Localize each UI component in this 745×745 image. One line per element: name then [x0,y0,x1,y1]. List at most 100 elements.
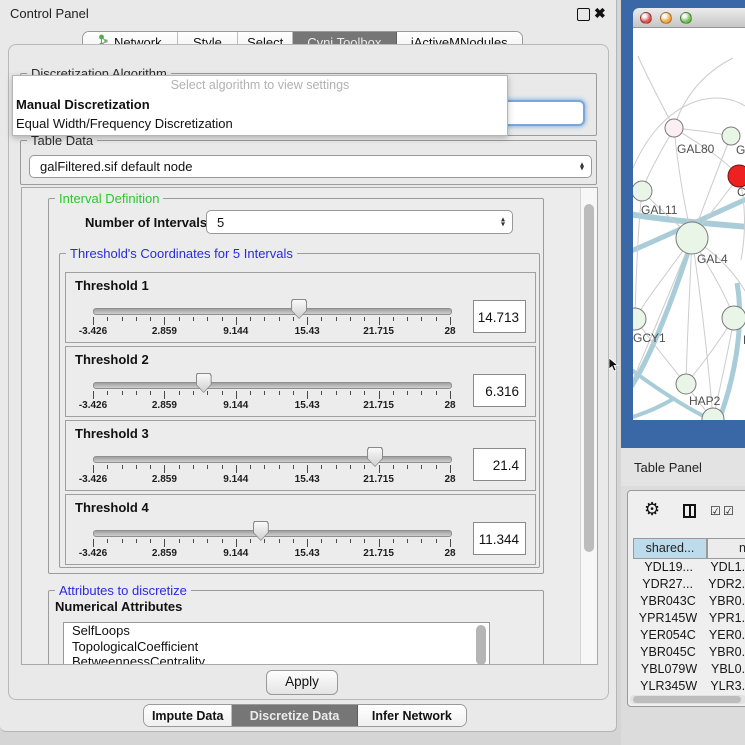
slider-track[interactable] [93,456,452,463]
tick-mark [264,391,265,395]
minimize-traffic-light[interactable] [660,12,672,24]
cell-name: YLR3... [704,678,745,695]
attribute-list-item[interactable]: SelfLoops [64,623,489,639]
network-window-titlebar [633,8,745,28]
number-of-intervals-select[interactable]: 5 ▴▾ [206,210,513,234]
tick-mark [450,539,451,547]
tick-mark [93,465,94,473]
tick-mark [236,391,237,399]
tick-label: 2.859 [152,400,177,411]
tick-mark [307,539,308,547]
popup-item[interactable]: Equal Width/Frequency Discretization [13,114,507,133]
cell-shared-name: YBR045C [633,644,703,661]
network-node[interactable] [676,222,708,254]
tick-mark [321,465,322,469]
tick-mark [179,465,180,469]
network-node[interactable] [633,181,652,201]
list-scrollbar[interactable] [476,625,486,665]
attribute-list-item[interactable]: BetweennessCentrality [64,654,489,665]
tick-mark [450,465,451,473]
table-row[interactable]: YLR345WYLR3... [633,678,745,695]
table-rows: YDL19...YDL1...YDR27...YDR2...YBR043CYBR… [633,559,745,695]
tick-mark [236,539,237,547]
tick-mark [379,391,380,399]
tick-label: 28 [444,400,455,411]
tick-mark [421,465,422,469]
cell-name: YBR0... [703,644,745,661]
network-edge-thick [633,398,675,418]
network-node[interactable] [665,119,683,137]
network-edge-thick [719,283,740,420]
table-row[interactable]: YBR043CYBR0... [633,593,745,610]
cyni-toolbox-panel: Discretization Algorithm Table Data galF… [8,44,609,700]
tick-mark [450,317,451,325]
network-edge [642,128,674,191]
column-header-shared-name[interactable]: shared... [633,538,707,559]
table-row[interactable]: YDL19...YDL1... [633,559,745,576]
threshold-value-field[interactable]: 11.344 [473,522,526,555]
table-data-select[interactable]: galFiltered.sif default node ▴▾ [29,155,592,178]
table-row[interactable]: YBR045CYBR0... [633,644,745,661]
float-window-icon[interactable] [577,8,590,21]
interval-definition-group: Interval Definition Number of Intervals … [48,198,544,574]
network-node[interactable] [722,306,745,330]
slider-track[interactable] [93,308,452,315]
tab-impute-data[interactable]: Impute Data [144,705,232,726]
slider-track[interactable] [93,530,452,537]
scrollbar-thumb[interactable] [633,696,741,703]
close-traffic-light[interactable] [640,12,652,24]
tick-mark [122,465,123,469]
slider-track[interactable] [93,382,452,389]
tick-mark [164,317,165,325]
column-header-name[interactable]: na [707,538,745,559]
tick-label: 9.144 [223,548,248,559]
horizontal-scrollbar[interactable] [630,695,745,704]
spinner-arrows-icon: ▴▾ [501,218,505,227]
checkbox-icon[interactable]: ☑ [710,504,721,518]
tick-mark [336,391,337,395]
tick-mark [107,391,108,395]
tick-mark [122,317,123,321]
table-row[interactable]: YER054CYER0... [633,627,745,644]
vertical-scrollbar[interactable] [580,188,597,664]
threshold-value-field[interactable]: 21.4 [473,448,526,481]
tick-mark [350,465,351,469]
slider-handle[interactable] [291,299,307,319]
tick-mark [222,317,223,321]
tick-mark [107,317,108,321]
table-row[interactable]: YDR27...YDR2... [633,576,745,593]
tick-mark [107,465,108,469]
gear-icon[interactable]: ⚙ [644,499,660,520]
scrollbar-thumb[interactable] [584,204,594,552]
attribute-list-item[interactable]: TopologicalCoefficient [64,639,489,655]
slider-handle[interactable] [253,521,269,541]
cell-shared-name: YDL19... [633,559,704,576]
tick-mark [93,391,94,399]
tick-label: 21.715 [363,548,394,559]
network-node[interactable] [676,374,696,394]
numerical-attributes-list[interactable]: SelfLoopsTopologicalCoefficientBetweenne… [63,622,490,665]
apply-button[interactable]: Apply [266,670,338,695]
network-canvas[interactable]: GAL80GACGAL11GAL4GCY1HHAP2 [633,28,745,420]
tab-discretize-data[interactable]: Discretize Data [232,705,357,726]
zoom-traffic-light[interactable] [680,12,692,24]
slider-handle[interactable] [367,447,383,467]
node-label: GAL80 [677,142,715,156]
table-row[interactable]: YPR145WYPR1... [633,610,745,627]
popup-item[interactable]: Manual Discretization [13,95,507,114]
threshold-value-field[interactable]: 14.713 [473,300,526,333]
tick-label: 2.859 [152,474,177,485]
slider-handle[interactable] [196,373,212,393]
control-panel-titlebar: Control Panel ✖ [0,0,616,26]
tick-mark [279,391,280,395]
tick-label: -3.426 [79,326,107,337]
table-row[interactable]: YBL079WYBL0... [633,661,745,678]
split-columns-icon[interactable] [683,504,696,518]
network-node[interactable] [728,165,745,187]
network-node[interactable] [633,308,646,330]
close-icon[interactable]: ✖ [594,6,606,20]
threshold-value-field[interactable]: 6.316 [473,374,526,407]
tab-infer-network[interactable]: Infer Network [358,705,466,726]
checkbox-icon[interactable]: ☑ [723,504,734,518]
tick-mark [421,539,422,543]
